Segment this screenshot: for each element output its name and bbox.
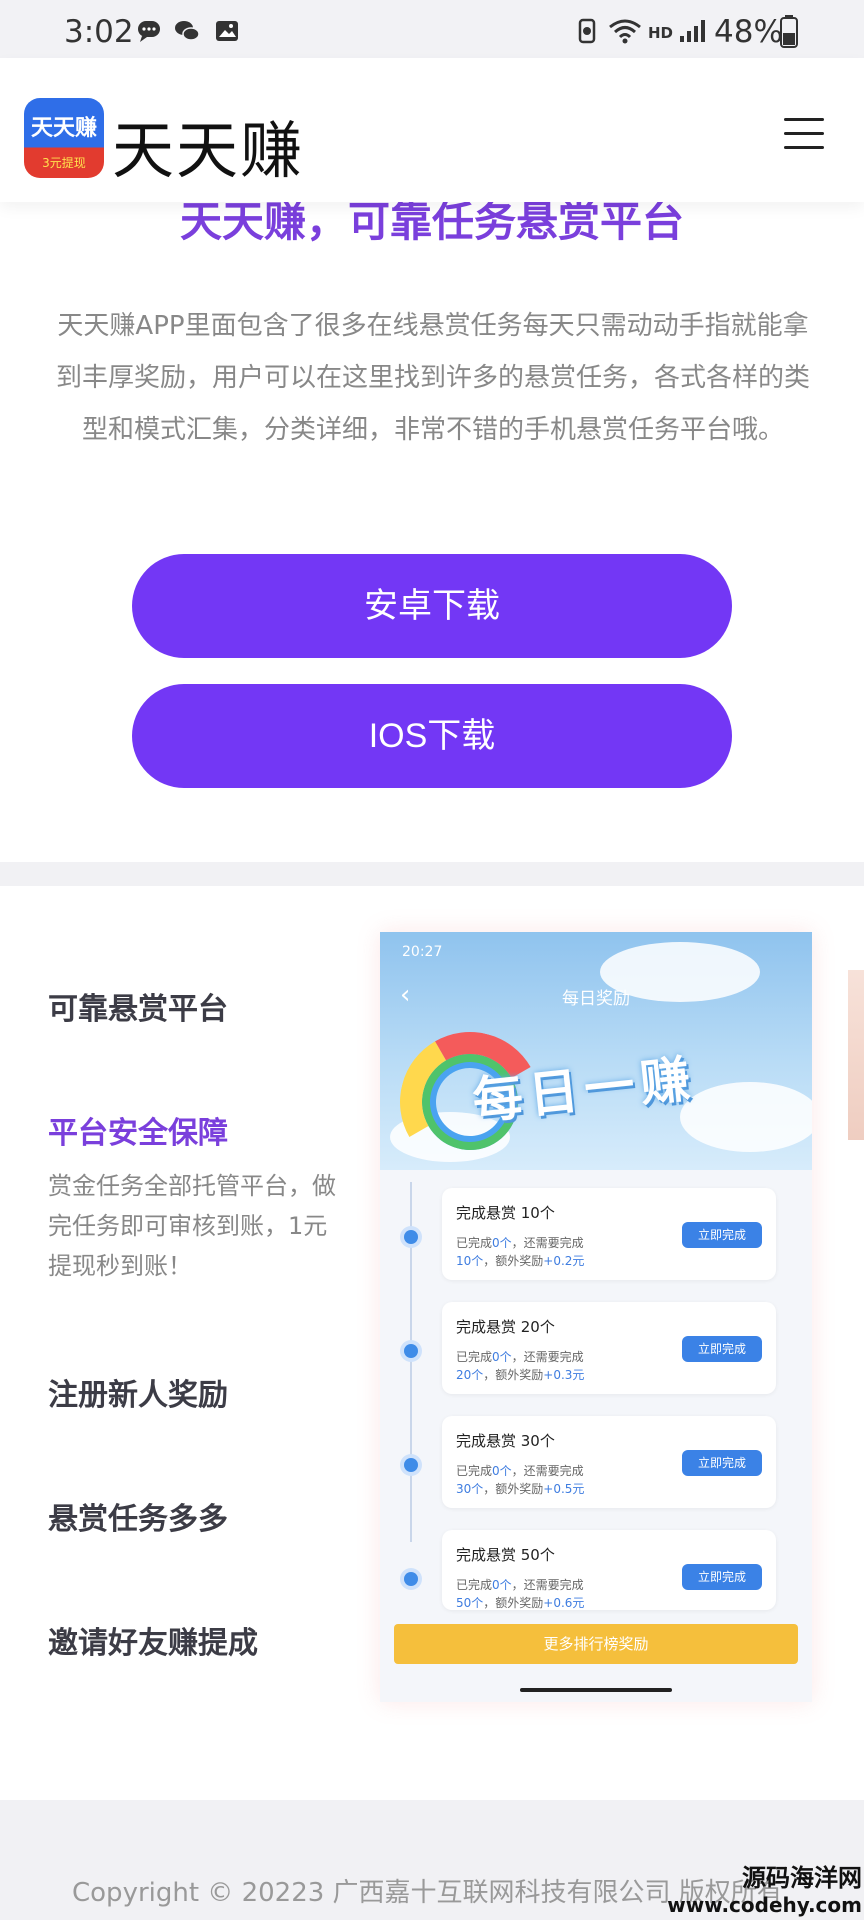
task-title: 完成悬赏 30个: [456, 1432, 555, 1450]
task-title: 完成悬赏 50个: [456, 1546, 555, 1564]
screenshot-title: 每日奖励: [562, 989, 630, 1009]
task-card: 完成悬赏 10个 已完成0个，还需要完成 10个，额外奖励+0.2元 立即完成: [442, 1188, 776, 1280]
task-text: ，额外奖励: [483, 1596, 544, 1610]
task-card: 完成悬赏 30个 已完成0个，还需要完成 30个，额外奖励+0.5元 立即完成: [442, 1416, 776, 1508]
logo-subtext: 3元提现: [42, 156, 86, 170]
task-text: 已完成: [456, 1464, 493, 1478]
task-need-count: 10个: [456, 1254, 484, 1268]
brand-name: 天天赚: [112, 114, 305, 187]
feature-many-tasks[interactable]: 悬赏任务多多: [48, 1494, 228, 1538]
task-text: 已完成: [456, 1236, 493, 1250]
task-complete-button: 立即完成: [682, 1222, 762, 1248]
task-card: 完成悬赏 50个 已完成0个，还需要完成 50个，额外奖励+0.6元 立即完成: [442, 1530, 776, 1610]
menu-icon-bar: [784, 146, 824, 149]
task-done-count: 0个: [492, 1578, 512, 1592]
task-text: ，额外奖励: [483, 1254, 544, 1268]
task-text: 已完成: [456, 1578, 493, 1592]
app-logo[interactable]: 天天赚 3元提现: [24, 98, 104, 178]
watermark-line2: www.codehy.com: [667, 1893, 862, 1917]
task-complete-button: 立即完成: [682, 1564, 762, 1590]
message-icon: [138, 21, 160, 42]
battery-icon: [780, 15, 798, 48]
screenshot-time: 20:27: [402, 944, 443, 960]
task-text: ，额外奖励: [483, 1482, 544, 1496]
task-progress: 已完成0个，还需要完成 30个，额外奖励+0.5元: [456, 1462, 584, 1498]
task-complete-button: 立即完成: [682, 1336, 762, 1362]
task-bonus: +0.3元: [543, 1368, 585, 1382]
watermark-line1: 源码海洋网: [742, 1864, 862, 1892]
cloud: [680, 1082, 812, 1152]
carousel-next-peek[interactable]: [848, 970, 864, 1140]
task-progress: 已完成0个，还需要完成 50个，额外奖励+0.6元: [456, 1576, 584, 1610]
timeline-dot: [404, 1344, 418, 1358]
network-hd-label: HD: [648, 24, 674, 42]
task-text: ，还需要完成: [511, 1350, 584, 1364]
task-complete-button: 立即完成: [682, 1450, 762, 1476]
task-done-count: 0个: [492, 1236, 512, 1250]
wifi-icon: [609, 19, 641, 44]
task-card: 完成悬赏 20个 已完成0个，还需要完成 20个，额外奖励+0.3元 立即完成: [442, 1302, 776, 1394]
signal-icon: [680, 20, 705, 42]
task-text: ，额外奖励: [483, 1368, 544, 1382]
android-download-button[interactable]: 安卓下载: [132, 554, 732, 658]
task-bonus: +0.6元: [543, 1596, 585, 1610]
task-progress: 已完成0个，还需要完成 20个，额外奖励+0.3元: [456, 1348, 584, 1384]
task-text: ，还需要完成: [511, 1578, 584, 1592]
data-saver-icon: [578, 18, 596, 44]
task-done-count: 0个: [492, 1464, 512, 1478]
screenshot-sky-banner: 20:27 ‹ 每日奖励 每日一赚: [380, 932, 812, 1188]
menu-icon-bar: [784, 132, 824, 135]
more-rewards-button: 更多排行榜奖励: [394, 1624, 798, 1664]
timeline-dot: [404, 1458, 418, 1472]
feature-security-description: 赏金任务全部托管平台，做完任务即可审核到账，1元提现秒到账！: [48, 1172, 336, 1280]
task-need-count: 20个: [456, 1368, 484, 1382]
status-time: 3:02: [64, 14, 134, 50]
task-title: 完成悬赏 20个: [456, 1318, 555, 1336]
timeline-dot: [404, 1572, 418, 1586]
feature-security[interactable]: 平台安全保障: [48, 1108, 228, 1152]
task-progress: 已完成0个，还需要完成 10个，额外奖励+0.2元: [456, 1234, 584, 1270]
watermark: 源码海洋网 www.codehy.com: [662, 1858, 862, 1917]
gallery-icon: [216, 21, 238, 41]
task-need-count: 50个: [456, 1596, 484, 1610]
task-text: ，还需要完成: [511, 1236, 584, 1250]
feature-invite-friends[interactable]: 邀请好友赚提成: [48, 1618, 258, 1662]
feature-reliable-platform[interactable]: 可靠悬赏平台: [48, 984, 228, 1028]
wechat-icon: [175, 21, 200, 41]
app-screenshot: 20:27 ‹ 每日奖励 每日一赚 完成悬赏 10个 已完成0个，还需要完成 1…: [380, 932, 812, 1702]
menu-button[interactable]: [780, 108, 828, 158]
task-text: 已完成: [456, 1350, 493, 1364]
timeline-dot: [404, 1230, 418, 1244]
home-indicator: [520, 1688, 672, 1692]
task-text: ，还需要完成: [511, 1464, 584, 1478]
hero-description: 天天赚APP里面包含了很多在线悬赏任务每天只需动动手指就能拿到丰厚奖励，用户可以…: [55, 311, 810, 445]
task-need-count: 30个: [456, 1482, 484, 1496]
battery-percent: 48%: [714, 14, 783, 50]
ios-download-button[interactable]: IOS下载: [132, 684, 732, 788]
site-header: 天天赚 3元提现 天天赚: [0, 58, 864, 202]
logo-text: 天天赚: [30, 116, 97, 141]
section-divider: [0, 862, 864, 886]
menu-icon: [784, 118, 824, 121]
task-title: 完成悬赏 10个: [456, 1204, 555, 1222]
task-bonus: +0.2元: [543, 1254, 585, 1268]
task-done-count: 0个: [492, 1350, 512, 1364]
task-bonus: +0.5元: [543, 1482, 585, 1496]
feature-new-user-reward[interactable]: 注册新人奖励: [48, 1370, 228, 1414]
status-bar: 3:02 HD 48%: [0, 0, 864, 58]
